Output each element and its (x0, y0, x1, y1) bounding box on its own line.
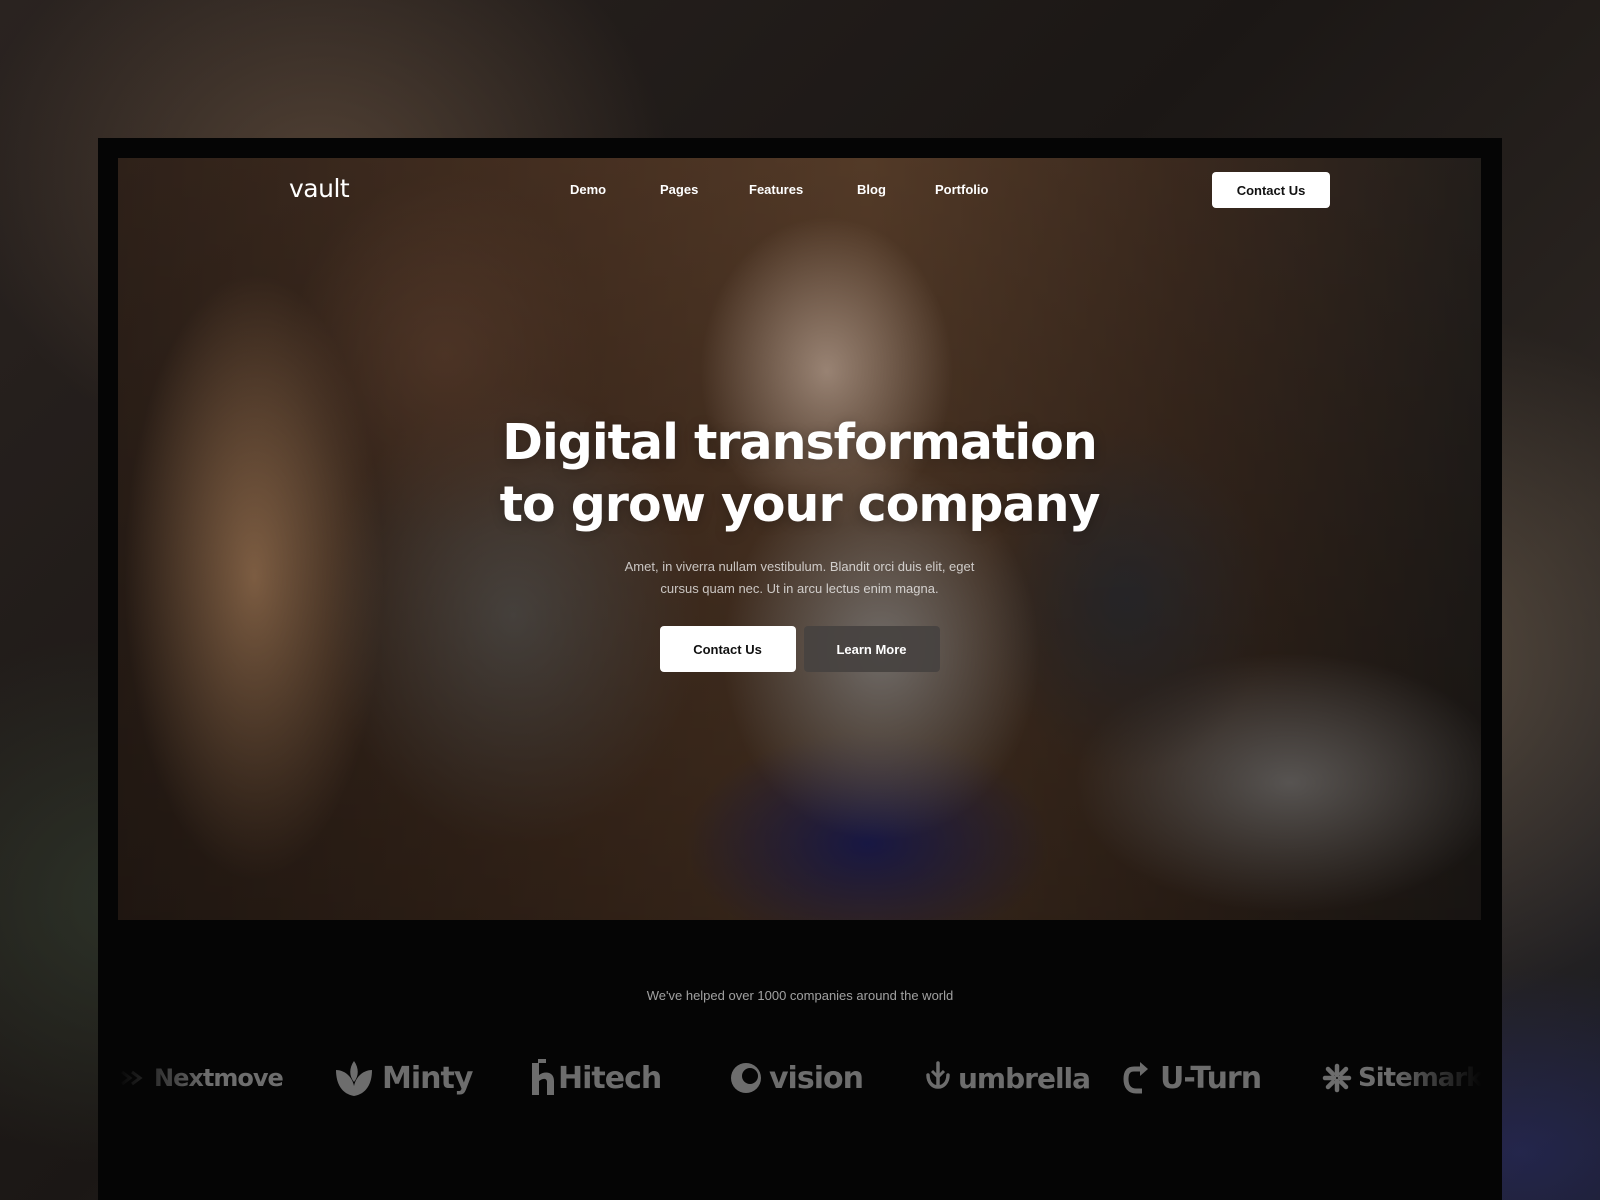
brand-sitemark: Sitemark (1322, 1058, 1481, 1098)
nav-contact-button[interactable]: Contact Us (1212, 172, 1330, 208)
clients-caption: We've helped over 1000 companies around … (646, 988, 954, 1003)
brand-u-turn: U-Turn (1122, 1058, 1262, 1098)
client-logos-strip: Nextmove Minty Hitech vision umbrella U-… (118, 1050, 1481, 1106)
brand-minty: Minty (332, 1058, 473, 1098)
brand-vision: vision (729, 1058, 864, 1098)
brand-u-turn-label: U-Turn (1160, 1060, 1262, 1096)
brand-nextmove-label: Nextmove (154, 1064, 284, 1092)
brand-sitemark-label: Sitemark (1358, 1063, 1481, 1093)
nav-link-features[interactable]: Features (749, 182, 803, 197)
brand-minty-label: Minty (382, 1060, 473, 1096)
hero-buttons: Contact Us Learn More (118, 626, 1481, 672)
hero-section: vault Demo Pages Features Blog Portfolio… (118, 158, 1481, 920)
hero-content: Digital transformation to grow your comp… (118, 412, 1481, 672)
brand-vision-label: vision (769, 1060, 864, 1096)
vision-icon (731, 1063, 761, 1093)
sitemark-icon (1322, 1063, 1352, 1093)
brand-umbrella-label: umbrella (958, 1061, 1091, 1095)
brand-umbrella: umbrella (924, 1058, 1091, 1098)
hero-subtitle-line-2: cursus quam nec. Ut in arcu lectus enim … (660, 581, 939, 596)
hero-subtitle-line-1: Amet, in viverra nullam vestibulum. Blan… (624, 559, 975, 574)
hitech-icon (532, 1059, 554, 1095)
learn-more-button[interactable]: Learn More (803, 626, 940, 672)
leaf-icon (336, 1061, 372, 1096)
brand-hitech: Hitech (530, 1058, 662, 1098)
umbrella-icon (926, 1061, 950, 1089)
hero-contact-button[interactable]: Contact Us (659, 626, 796, 672)
u-turn-arrow-icon (1123, 1062, 1148, 1094)
nextmove-icon (121, 1070, 143, 1086)
top-navigation: vault Demo Pages Features Blog Portfolio… (118, 158, 1481, 224)
hero-title-line-2: to grow your company (499, 476, 1101, 533)
nav-link-pages[interactable]: Pages (660, 182, 698, 197)
nav-link-demo[interactable]: Demo (570, 182, 606, 197)
brand-hitech-label: Hitech (558, 1060, 662, 1096)
nav-link-portfolio[interactable]: Portfolio (935, 182, 988, 197)
hero-title: Digital transformation to grow your comp… (118, 412, 1481, 536)
brand-nextmove: Nextmove (120, 1058, 284, 1098)
nav-link-blog[interactable]: Blog (857, 182, 886, 197)
hero-title-line-1: Digital transformation (502, 414, 1097, 471)
hero-subtitle: Amet, in viverra nullam vestibulum. Blan… (610, 556, 990, 600)
